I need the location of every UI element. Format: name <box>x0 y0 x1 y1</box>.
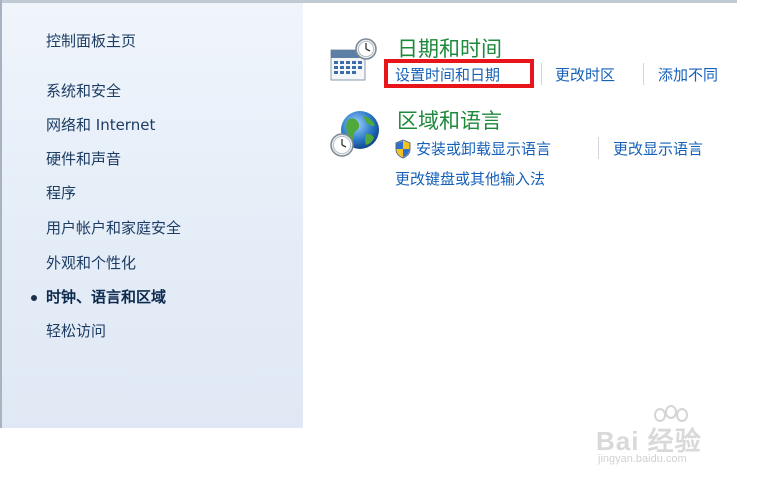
sidebar-item-programs[interactable]: 程序 <box>46 183 76 203</box>
sidebar-item-network-internet[interactable]: 网络和 Internet <box>46 115 155 135</box>
watermark-url: jingyan.baidu.com <box>598 453 687 465</box>
globe-clock-icon[interactable] <box>328 108 382 160</box>
sidebar-item-hardware-sound[interactable]: 硬件和声音 <box>46 149 121 169</box>
calendar-clock-icon[interactable] <box>328 38 380 84</box>
sidebar-item-clock-language-region[interactable]: 时钟、语言和区域 <box>46 287 166 307</box>
sidebar-home-link[interactable]: 控制面板主页 <box>46 31 136 51</box>
baidu-jingyan-watermark: Bai 经验 jingyan.baidu.com <box>596 405 746 475</box>
change-timezone-link[interactable]: 更改时区 <box>555 65 615 85</box>
selected-bullet-icon <box>31 295 37 301</box>
change-keyboard-input-link[interactable]: 更改键盘或其他输入法 <box>395 169 545 189</box>
sidebar-item-appearance[interactable]: 外观和个性化 <box>46 253 136 273</box>
sidebar-item-system-security[interactable]: 系统和安全 <box>46 81 121 101</box>
separator <box>598 137 599 159</box>
uac-shield-icon <box>394 139 412 159</box>
region-language-title[interactable]: 区域和语言 <box>397 108 502 134</box>
separator <box>541 63 542 85</box>
install-uninstall-language-link[interactable]: 安装或卸载显示语言 <box>416 139 551 159</box>
control-panel-window: 控制面板主页 系统和安全 网络和 Internet 硬件和声音 程序 用户帐户和… <box>0 0 737 428</box>
sidebar-item-ease-of-access[interactable]: 轻松访问 <box>46 321 106 341</box>
sidebar-item-user-accounts[interactable]: 用户帐户和家庭安全 <box>46 218 181 238</box>
page: 控制面板主页 系统和安全 网络和 Internet 硬件和声音 程序 用户帐户和… <box>0 0 777 489</box>
separator <box>643 63 644 85</box>
sidebar: 控制面板主页 系统和安全 网络和 Internet 硬件和声音 程序 用户帐户和… <box>2 3 303 428</box>
add-clocks-link[interactable]: 添加不同 <box>658 65 718 85</box>
highlight-annotation-box <box>384 59 534 88</box>
change-display-language-link[interactable]: 更改显示语言 <box>613 139 703 159</box>
